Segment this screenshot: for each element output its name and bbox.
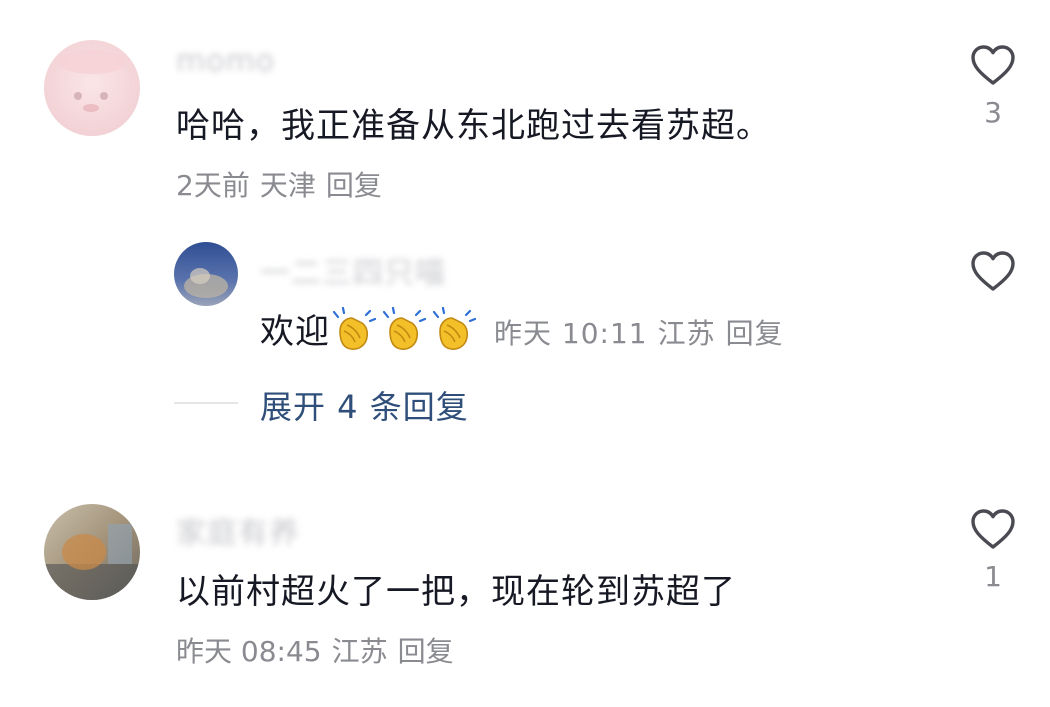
like-button[interactable]: 3 [963, 44, 1023, 130]
like-count: 3 [984, 96, 1002, 129]
like-button[interactable] [963, 250, 1023, 336]
username[interactable]: momo [176, 44, 275, 79]
comment-location: 天津 [259, 169, 316, 202]
heart-icon [971, 509, 1015, 549]
comment-time: 昨天 08:45 [176, 635, 322, 668]
expand-replies-button[interactable]: 展开 4 条回复 [260, 382, 469, 428]
reply-time: 昨天 10:11 [494, 317, 648, 350]
comment-meta: 昨天 08:45 江苏 回复 [176, 630, 464, 670]
comment-location: 江苏 [331, 635, 388, 668]
reply-text: 欢迎 昨天 10:11 江苏 回复 [260, 304, 794, 353]
like-button[interactable]: 1 [963, 508, 1023, 594]
expand-divider [174, 402, 238, 404]
like-count: 1 [984, 560, 1002, 593]
reply-meta: 昨天 10:11 江苏 回复 [494, 317, 794, 350]
avatar[interactable] [44, 40, 140, 136]
avatar[interactable] [174, 242, 238, 306]
reply-text-content: 欢迎 [260, 312, 330, 352]
comment-time: 2天前 [176, 169, 250, 202]
reply-button[interactable]: 回复 [326, 169, 382, 202]
like-count [963, 302, 1023, 336]
reply-button[interactable]: 回复 [398, 635, 454, 668]
clapping-hands-icon [330, 307, 480, 352]
heart-icon [971, 251, 1015, 291]
reply-button[interactable]: 回复 [726, 317, 784, 350]
username[interactable]: 一二三四只喵 [260, 248, 446, 292]
reply-location: 江苏 [657, 317, 716, 350]
comment-text: 以前村超火了一把，现在轮到苏超了 [176, 572, 736, 612]
username[interactable]: 家庭有养 [176, 508, 300, 552]
heart-icon [971, 45, 1015, 85]
comment-meta: 2天前 天津 回复 [176, 164, 392, 204]
comment-text: 哈哈，我正准备从东北跑过去看苏超。 [176, 106, 771, 146]
avatar[interactable] [44, 504, 140, 600]
